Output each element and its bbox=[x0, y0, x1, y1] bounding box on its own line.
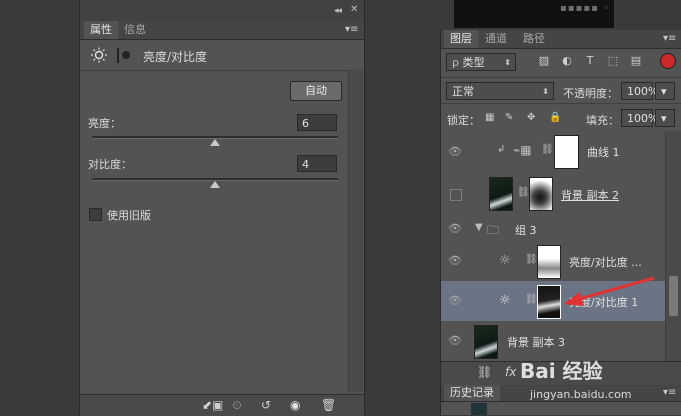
view-previous-state-icon[interactable]: ⊙ bbox=[232, 398, 242, 412]
mask-link-icon[interactable]: ⛓ bbox=[517, 187, 530, 198]
layer-name[interactable]: 曲线 1 bbox=[587, 144, 620, 160]
layer-row-curves-1[interactable]: 👁 ↲ ⌁▦ ⛓ 曲线 1 bbox=[441, 131, 665, 173]
layer-mask-icon[interactable] bbox=[117, 48, 119, 63]
link-layers-icon[interactable]: ⛓ bbox=[477, 365, 492, 379]
layers-panel: 图层 通道 路径 ▾≡ ρ 类型 ⬍ ▨ ◐ T ⬚ ▤ 正常 ⬍ 不透明度： … bbox=[440, 30, 681, 386]
visibility-eye-icon[interactable]: 👁 bbox=[448, 254, 464, 267]
history-menu-icon[interactable]: ▾≡ bbox=[663, 387, 676, 398]
blend-mode-value: 正常 bbox=[452, 85, 474, 98]
blend-row: 正常 ⬍ 不透明度： 100% ▾ bbox=[441, 77, 681, 104]
tab-paths[interactable]: 路径 bbox=[517, 30, 551, 48]
layers-scrollbar[interactable] bbox=[665, 131, 681, 361]
baidu-watermark-url: jingyan.baidu.com bbox=[530, 388, 632, 401]
fill-field[interactable]: 100% bbox=[621, 109, 658, 127]
layer-name[interactable]: 背景 副本 2 bbox=[561, 187, 619, 203]
close-panel-icon[interactable]: ✕ bbox=[350, 4, 358, 15]
visibility-eye-icon[interactable]: 👁 bbox=[448, 145, 464, 158]
layer-mask-thumbnail[interactable] bbox=[537, 285, 561, 319]
visibility-empty-box[interactable] bbox=[450, 189, 462, 201]
brightness-contrast-icon bbox=[90, 47, 108, 63]
fill-dropdown-arrow[interactable]: ▾ bbox=[655, 109, 675, 127]
layer-mask-thumbnail[interactable] bbox=[537, 245, 561, 279]
fill-label: 填充： bbox=[586, 114, 619, 127]
contrast-value-field[interactable]: 4 bbox=[297, 155, 337, 172]
panel-menu-icon[interactable]: ▾≡ bbox=[345, 24, 358, 35]
opacity-field[interactable]: 100% bbox=[621, 82, 658, 100]
brightness-slider-thumb[interactable] bbox=[210, 139, 220, 146]
history-snapshot-thumbnail[interactable] bbox=[471, 403, 487, 415]
filter-toggle-icon[interactable] bbox=[660, 53, 676, 69]
brightness-contrast-icon: ☼ bbox=[499, 293, 511, 308]
filter-smart-object-icon[interactable]: ▤ bbox=[629, 54, 643, 68]
lock-all-icon[interactable]: 🔒 bbox=[549, 112, 561, 123]
layer-name[interactable]: 亮度/对比度 ... bbox=[569, 254, 642, 270]
lock-image-icon[interactable]: ✎ bbox=[505, 112, 513, 123]
lock-position-icon[interactable]: ✥ bbox=[527, 112, 535, 123]
layers-tabbar: 图层 通道 路径 ▾≡ bbox=[441, 30, 681, 49]
reset-icon[interactable]: ↺ bbox=[261, 398, 271, 412]
collapse-panel-icon[interactable]: ◂◂ bbox=[334, 6, 342, 16]
visibility-eye-icon[interactable]: 👁 bbox=[448, 334, 464, 347]
layer-name[interactable]: 组 3 bbox=[515, 222, 537, 238]
clip-to-layer-icon[interactable]: ⬋▣ bbox=[202, 398, 223, 412]
brightness-label: 亮度： bbox=[88, 117, 121, 130]
visibility-eye-icon[interactable]: 👁 bbox=[448, 222, 464, 235]
layer-list: 👁 ↲ ⌁▦ ⛓ 曲线 1 ⛓ 背景 副本 2 👁 ▼ 🗀 组 3 👁 ☼ ⛓ bbox=[441, 131, 665, 361]
auto-button[interactable]: 自动 bbox=[290, 81, 342, 101]
mask-link-icon[interactable]: ⛓ bbox=[525, 254, 538, 265]
legacy-checkbox-label: 使用旧版 bbox=[107, 209, 151, 222]
layer-row-background-copy-2[interactable]: ⛓ 背景 副本 2 bbox=[441, 172, 665, 217]
layer-row-group-3[interactable]: 👁 ▼ 🗀 组 3 bbox=[441, 216, 665, 242]
layers-menu-icon[interactable]: ▾≡ bbox=[663, 33, 676, 44]
curves-adjustment-icon: ⌁▦ bbox=[513, 143, 532, 157]
folder-icon: 🗀 bbox=[487, 223, 500, 237]
tab-channels[interactable]: 通道 bbox=[479, 30, 513, 48]
delete-icon[interactable]: 🗑 bbox=[321, 398, 336, 412]
brightness-contrast-icon: ☼ bbox=[499, 253, 511, 268]
filter-shape-icon[interactable]: ⬚ bbox=[606, 54, 620, 68]
mask-link-icon[interactable]: ⛓ bbox=[541, 144, 554, 155]
layer-name[interactable]: 背景 副本 3 bbox=[507, 334, 565, 350]
brightness-value-field[interactable]: 6 bbox=[297, 114, 337, 131]
group-expand-chevron-icon[interactable]: ▼ bbox=[475, 222, 483, 233]
layer-thumbnail[interactable] bbox=[474, 325, 498, 359]
baidu-watermark-logo: Bai 经验 bbox=[520, 359, 603, 383]
filter-pixel-icon[interactable]: ▨ bbox=[537, 54, 551, 68]
properties-header: 亮度/对比度 bbox=[80, 40, 350, 71]
lock-row: 锁定： ▦ ✎ ✥ 🔒 填充： 100% ▾ bbox=[441, 103, 681, 132]
contrast-label: 对比度： bbox=[88, 158, 132, 171]
contrast-slider-thumb[interactable] bbox=[210, 181, 220, 188]
opacity-label: 不透明度： bbox=[563, 87, 618, 100]
tab-history[interactable]: 历史记录 bbox=[444, 385, 500, 401]
legacy-checkbox[interactable] bbox=[89, 208, 102, 221]
filter-kind-value: 类型 bbox=[462, 56, 485, 69]
properties-footer: ⬋▣ ⊙ ↺ ◉ 🗑 bbox=[80, 394, 364, 416]
layer-thumbnail[interactable] bbox=[489, 177, 513, 211]
filter-kind-dropdown[interactable]: ρ 类型 ⬍ bbox=[446, 53, 516, 71]
layer-mask-thumbnail[interactable] bbox=[554, 135, 579, 169]
layers-scrollbar-thumb[interactable] bbox=[669, 276, 678, 316]
properties-scrollbar[interactable] bbox=[348, 70, 363, 392]
lock-label: 锁定： bbox=[447, 114, 480, 127]
properties-title: 亮度/对比度 bbox=[143, 50, 208, 64]
filter-type-icon[interactable]: T bbox=[583, 54, 597, 68]
tab-info[interactable]: 信息 bbox=[118, 21, 152, 39]
panel-title-strip bbox=[80, 0, 364, 21]
toggle-visibility-icon[interactable]: ◉ bbox=[290, 398, 300, 412]
filter-adjustment-icon[interactable]: ◐ bbox=[560, 54, 574, 68]
opacity-dropdown-arrow[interactable]: ▾ bbox=[655, 82, 675, 100]
tab-properties[interactable]: 属性 bbox=[84, 21, 118, 39]
red-annotation-arrow bbox=[564, 276, 655, 306]
blend-mode-dropdown[interactable]: 正常 ⬍ bbox=[446, 82, 554, 100]
clip-arrow-icon: ↲ bbox=[497, 144, 506, 155]
layer-mask-thumbnail[interactable] bbox=[529, 177, 553, 211]
properties-tabbar: 属性 信息 ▾≡ bbox=[80, 21, 364, 40]
properties-panel: ◂◂ ✕ 属性 信息 ▾≡ 亮度/对比度 自动 亮度： 6 对比度： 4 使用旧… bbox=[79, 0, 365, 416]
fx-icon[interactable]: fx bbox=[505, 365, 516, 379]
tab-layers[interactable]: 图层 bbox=[444, 30, 478, 48]
visibility-eye-icon[interactable]: 👁 bbox=[448, 294, 464, 307]
canvas-text-fragment: ▪▪▪▪▪ ◦ bbox=[560, 3, 610, 14]
mask-link-icon[interactable]: ⛓ bbox=[525, 294, 538, 305]
lock-transparent-icon[interactable]: ▦ bbox=[485, 112, 494, 123]
